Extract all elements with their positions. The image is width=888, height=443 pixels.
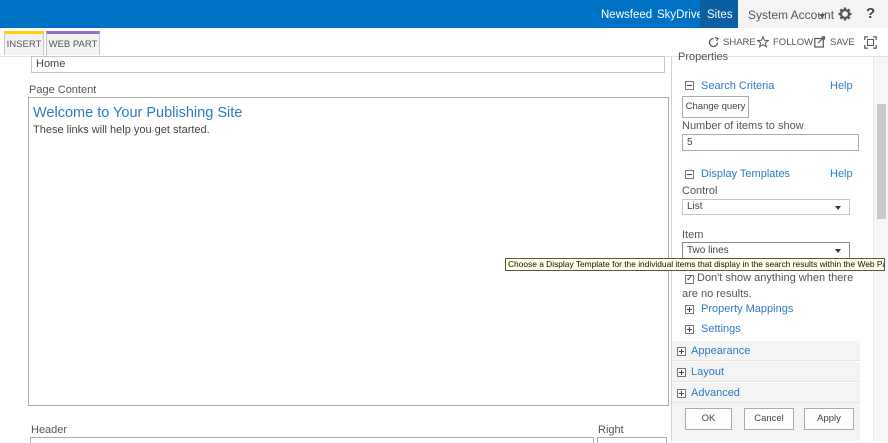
collapse-icon[interactable] xyxy=(685,81,694,90)
header-zone-label: Header xyxy=(31,424,68,436)
advanced-toggle[interactable]: Advanced xyxy=(691,387,740,399)
search-criteria-toggle[interactable]: Search Criteria xyxy=(701,80,774,92)
suite-bar: Newsfeed SkyDrive Sites System Account ? xyxy=(0,0,888,28)
title-field[interactable]: Home xyxy=(31,56,665,73)
gear-icon[interactable] xyxy=(838,7,852,21)
item-label: Item xyxy=(682,229,704,241)
layout-section[interactable]: Layout xyxy=(672,362,860,382)
change-query-button[interactable]: Change query xyxy=(682,96,749,118)
num-items-field[interactable]: 5 xyxy=(682,134,859,151)
sites-link[interactable]: Sites xyxy=(700,0,740,28)
tab-web-part[interactable]: WEB PART xyxy=(46,31,100,55)
search-criteria-help-link[interactable]: Help xyxy=(830,80,853,92)
control-value: List xyxy=(687,201,703,212)
newsfeed-link[interactable]: Newsfeed xyxy=(601,0,652,28)
dont-show-label: Don't show anything when there xyxy=(697,272,854,284)
skydrive-link[interactable]: SkyDrive xyxy=(657,0,703,28)
settings-toggle[interactable]: Settings xyxy=(701,323,741,335)
properties-heading: Properties xyxy=(678,51,729,63)
save-label: SAVE xyxy=(830,37,855,48)
expand-icon[interactable] xyxy=(685,305,694,314)
scrollbar-thumb[interactable] xyxy=(877,104,886,219)
page-scrollbar[interactable] xyxy=(873,57,888,441)
save-icon xyxy=(814,36,826,49)
share-label: SHARE xyxy=(723,37,756,48)
dont-show-checkbox[interactable] xyxy=(685,273,694,284)
layout-toggle[interactable]: Layout xyxy=(691,366,724,378)
control-select[interactable]: List xyxy=(682,199,850,215)
tab-insert[interactable]: INSERT xyxy=(4,31,44,55)
expand-icon[interactable] xyxy=(677,347,686,356)
expand-icon[interactable] xyxy=(685,325,694,334)
display-templates-help-link[interactable]: Help xyxy=(830,168,853,180)
expand-icon[interactable] xyxy=(677,389,686,398)
help-icon[interactable]: ? xyxy=(866,5,875,22)
cancel-button[interactable]: Cancel xyxy=(744,408,794,430)
chevron-down-icon xyxy=(819,14,825,18)
save-button[interactable]: SAVE xyxy=(814,35,855,51)
welcome-heading: Welcome to Your Publishing Site xyxy=(33,105,243,121)
page-content-label: Page Content xyxy=(29,84,97,96)
expand-icon[interactable] xyxy=(677,368,686,377)
property-mappings-toggle[interactable]: Property Mappings xyxy=(701,303,793,315)
control-label: Control xyxy=(682,185,718,197)
ok-button[interactable]: OK xyxy=(685,408,732,430)
item-select[interactable]: Two lines xyxy=(682,242,850,259)
header-zone[interactable] xyxy=(30,437,594,443)
share-button[interactable]: SHARE xyxy=(708,35,756,51)
display-templates-toggle[interactable]: Display Templates xyxy=(701,168,790,180)
page-content-editor[interactable]: Welcome to Your Publishing Site These li… xyxy=(28,97,669,406)
collapse-icon[interactable] xyxy=(685,170,694,179)
share-icon xyxy=(708,36,719,48)
ribbon: INSERT WEB PART SHARE FOLLOW SAVE xyxy=(0,28,888,57)
follow-button[interactable]: FOLLOW xyxy=(757,35,813,51)
item-value: Two lines xyxy=(687,245,729,256)
welcome-text: These links will help you get started. xyxy=(33,124,210,136)
display-template-tooltip: Choose a Display Template for the indivi… xyxy=(505,258,885,271)
right-zone[interactable] xyxy=(597,437,667,443)
right-zone-label: Right xyxy=(598,424,624,436)
apply-button[interactable]: Apply xyxy=(804,408,854,430)
account-area: System Account ? xyxy=(738,0,888,28)
title-value: Home xyxy=(36,58,66,70)
chevron-down-icon xyxy=(835,206,841,210)
star-icon xyxy=(757,36,769,49)
dont-show-label-line2: are no results. xyxy=(682,288,752,300)
focus-on-content-icon[interactable] xyxy=(864,36,877,49)
follow-label: FOLLOW xyxy=(773,37,814,48)
num-items-label: Number of items to show xyxy=(682,120,804,132)
chevron-down-icon xyxy=(835,249,841,253)
web-part-tool-pane: Properties Search Criteria Help Change q… xyxy=(671,51,860,441)
appearance-section[interactable]: Appearance xyxy=(672,341,860,361)
advanced-section[interactable]: Advanced xyxy=(672,383,860,403)
appearance-toggle[interactable]: Appearance xyxy=(691,345,750,357)
